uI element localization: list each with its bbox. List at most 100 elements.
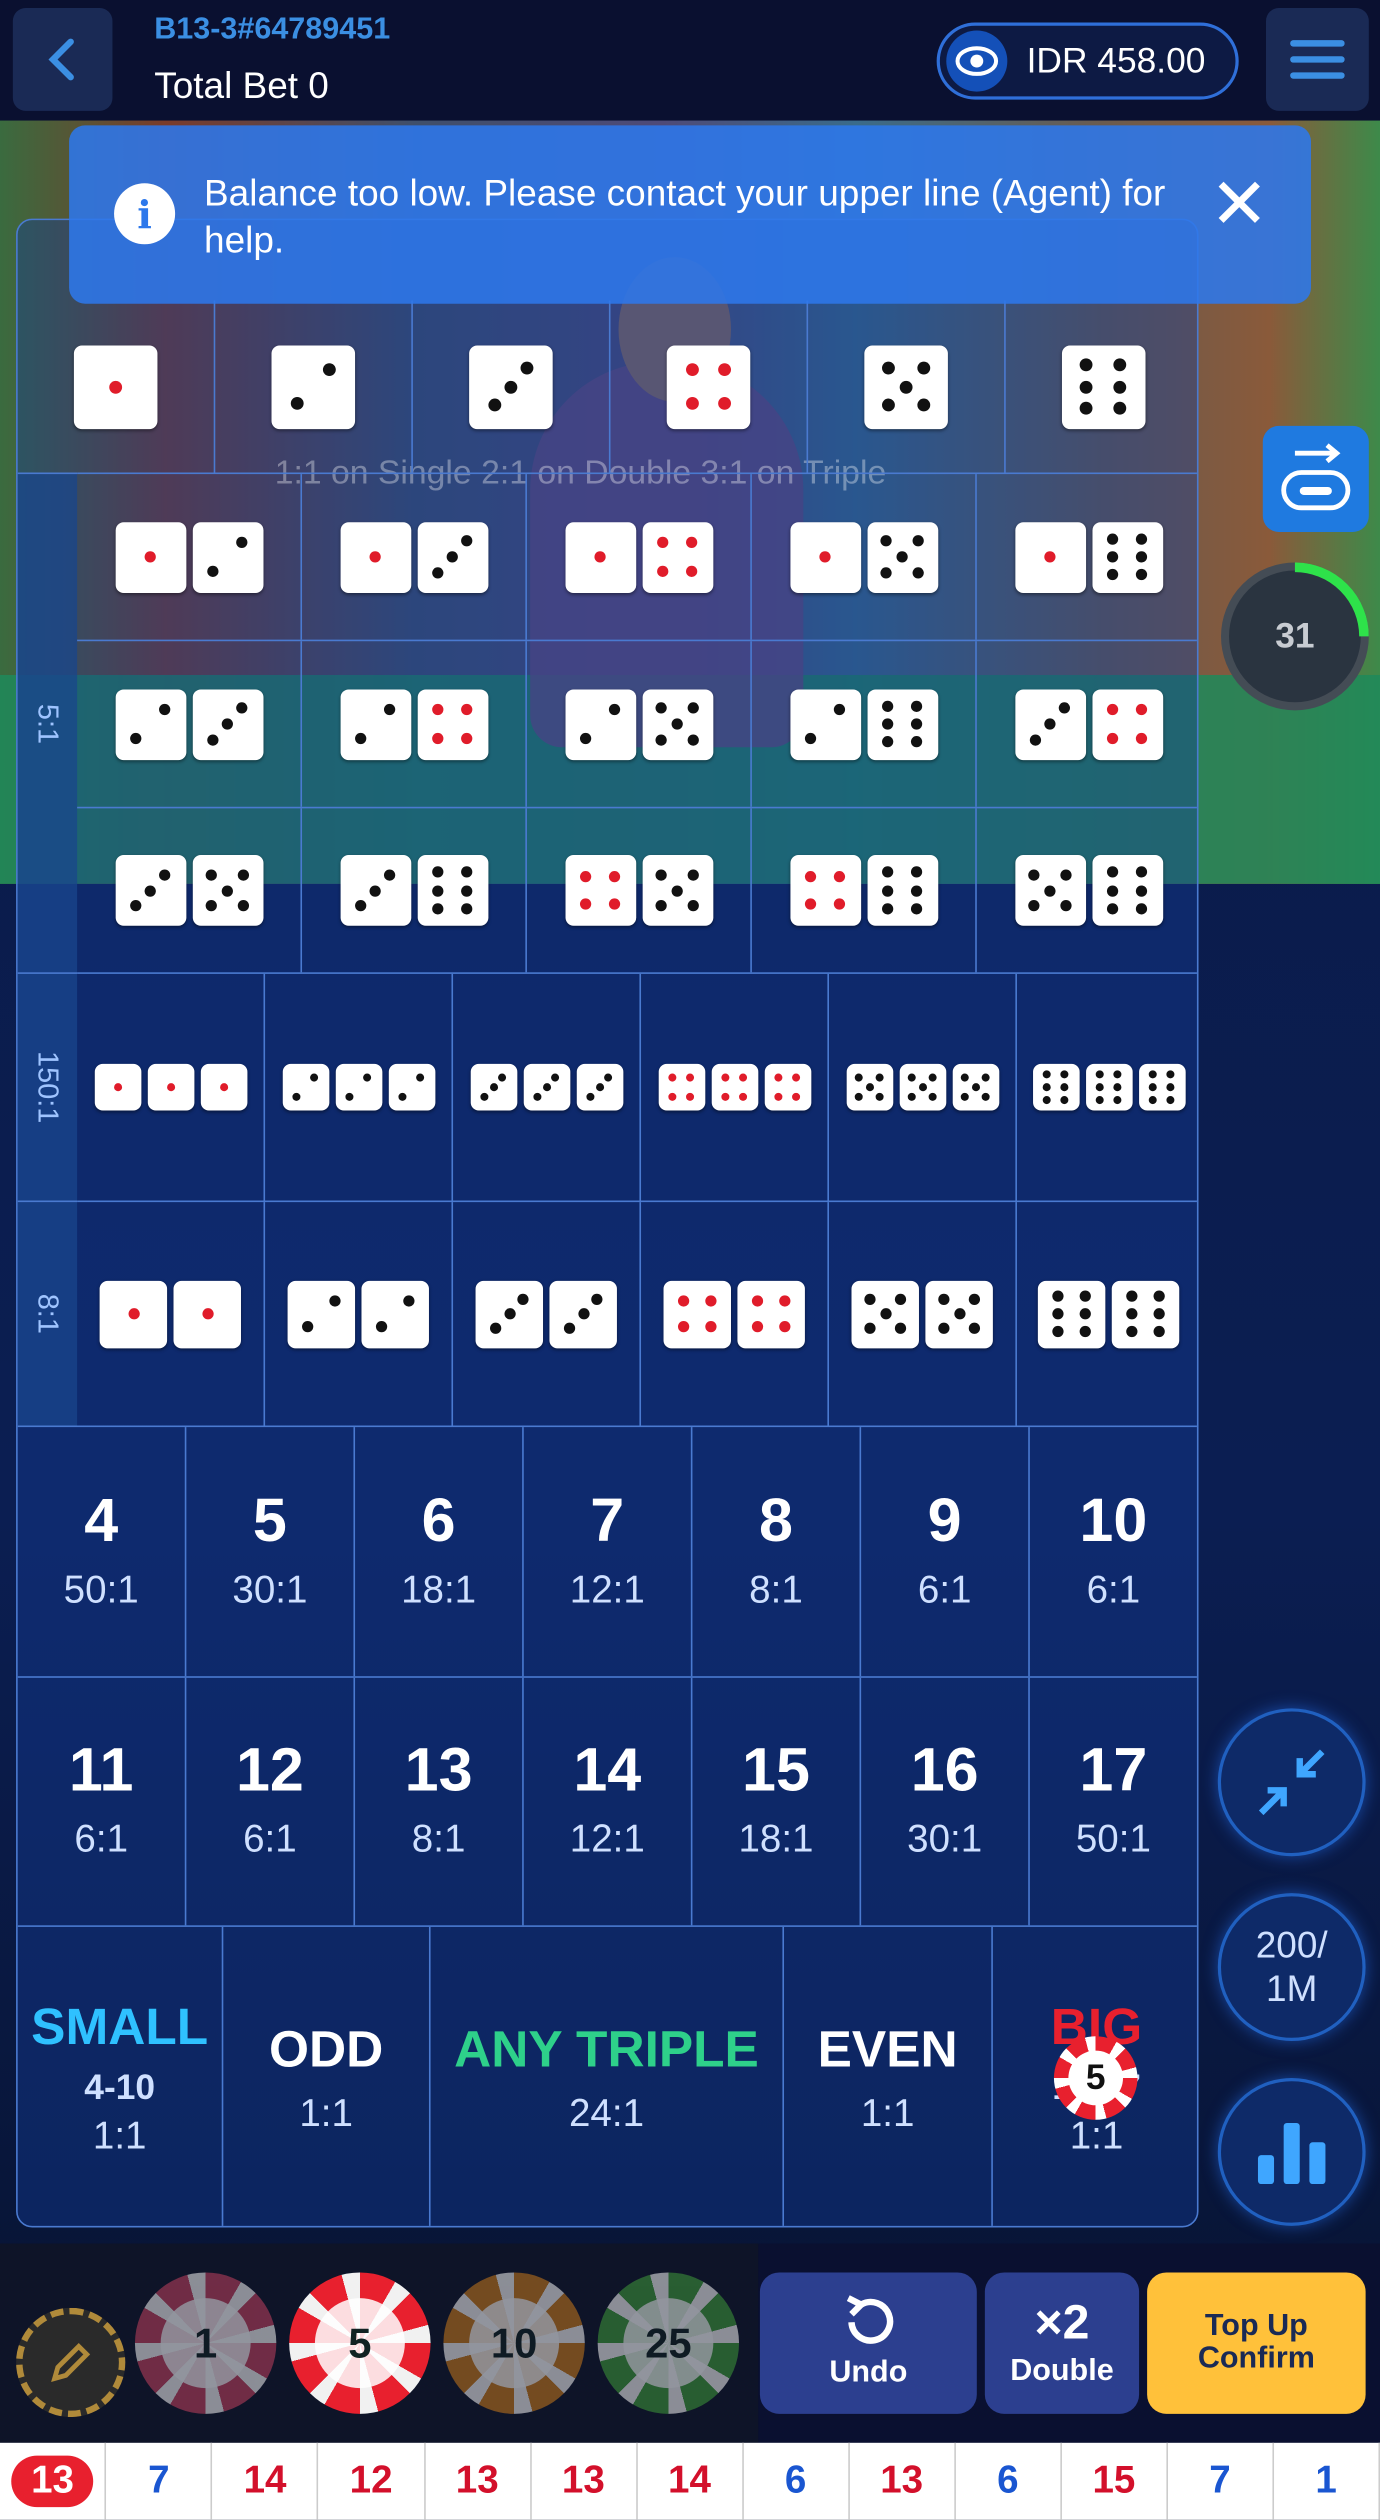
die-face-1 [1014, 521, 1086, 593]
single-bet-4[interactable] [611, 300, 809, 473]
total-bet-10[interactable]: 10 6:1 [1030, 1427, 1197, 1676]
combo-bet-3-6[interactable] [302, 808, 527, 973]
total-bet-13[interactable]: 13 8:1 [355, 1677, 524, 1926]
die-face-1 [173, 1280, 241, 1348]
die-face-2 [287, 1280, 356, 1348]
pencil-icon [51, 2342, 91, 2383]
roadmap-result: 14 [637, 2442, 744, 2520]
odd-bet[interactable]: ODD 1:1 [223, 1926, 431, 2226]
combo-bet-4-6[interactable] [752, 808, 977, 973]
triple-bet-5[interactable] [829, 973, 1017, 1201]
roadmap-result: 6 [743, 2442, 850, 2520]
combo-bet-3-5[interactable] [77, 808, 303, 973]
bar-chart-icon [1257, 2122, 1326, 2185]
switch-table-button[interactable] [1262, 425, 1369, 532]
triple-bet-2[interactable] [265, 973, 454, 1201]
total-bet-17[interactable]: 17 50:1 [1030, 1678, 1197, 1925]
eye-icon [946, 30, 1008, 92]
combo-bet-1-6[interactable] [977, 474, 1197, 640]
any-triple-bet[interactable]: ANY TRIPLE 24:1 [431, 1926, 785, 2226]
single-bet-2[interactable] [215, 300, 413, 473]
pair-bet-5[interactable] [829, 1202, 1017, 1426]
chip-1[interactable]: 1 [134, 2272, 277, 2414]
bet-limit-button[interactable]: 200/1M [1217, 1893, 1366, 2042]
die-face-6 [1091, 521, 1163, 593]
pair-bet-1[interactable] [77, 1202, 266, 1426]
combo-bet-2-6[interactable] [752, 641, 977, 807]
stats-button[interactable] [1217, 2077, 1366, 2226]
single-bet-1[interactable] [18, 300, 216, 473]
die-face-6 [1138, 1063, 1185, 1111]
placed-chip: 5 [1053, 2036, 1138, 2120]
back-button[interactable] [12, 8, 113, 111]
single-bet-5[interactable] [808, 300, 1006, 473]
top-bar: B13-3#64789451 Total Bet 0 IDR 458.00 [0, 0, 1380, 121]
menu-button[interactable] [1266, 8, 1369, 111]
chip-tray: 1 5 10 25 [0, 2243, 759, 2443]
die-face-1 [99, 1280, 168, 1348]
combo-bet-1-2[interactable] [77, 474, 303, 640]
total-bet-16[interactable]: 16 30:1 [861, 1677, 1030, 1926]
double-button[interactable]: ×2 Double [984, 2272, 1140, 2414]
even-bet[interactable]: EVEN 1:1 [784, 1926, 993, 2226]
pair-bet-3[interactable] [453, 1202, 642, 1426]
pair-bet-4[interactable] [641, 1202, 830, 1426]
close-icon[interactable]: ✕ [1210, 170, 1269, 241]
toast-message: Balance too low. Please contact your upp… [204, 171, 1166, 261]
small-bet[interactable]: SMALL 4-10 1:1 [18, 1926, 224, 2226]
info-icon: i [114, 183, 176, 245]
single-bet-3[interactable] [413, 300, 611, 473]
table-id: B13-3#64789451 [154, 12, 391, 47]
chip-5[interactable]: 5 [289, 2272, 431, 2414]
pair-bet-2[interactable] [265, 1202, 454, 1426]
combo-bet-2-5[interactable] [527, 641, 752, 807]
combo-bet-1-3[interactable] [302, 474, 527, 640]
die-face-3 [191, 688, 263, 760]
triple-bet-6[interactable] [1017, 974, 1197, 1201]
combo-bet-3-4[interactable] [977, 641, 1197, 807]
combo-bet-2-3[interactable] [77, 641, 303, 807]
total-bet-12[interactable]: 12 6:1 [186, 1677, 356, 1926]
total-bet-14[interactable]: 14 12:1 [524, 1677, 693, 1926]
combo-bet-1-4[interactable] [527, 474, 752, 640]
die-face-6 [1085, 1063, 1132, 1111]
total-bet-4[interactable]: 4 50:1 [18, 1427, 187, 1677]
roadmap-result: 13 [425, 2442, 532, 2520]
die-face-5 [1014, 854, 1086, 926]
single-bet-6[interactable] [1006, 301, 1197, 473]
chip-25[interactable]: 25 [597, 2272, 740, 2414]
combo-bet-1-5[interactable] [752, 474, 977, 640]
die-face-3 [469, 344, 553, 429]
balance-pill[interactable]: IDR 458.00 [936, 22, 1239, 100]
total-bet-9[interactable]: 9 6:1 [861, 1427, 1030, 1677]
big-bet[interactable]: BIG 11-17 1:1 5 [993, 1927, 1197, 2226]
combo-bet-5-6[interactable] [977, 808, 1197, 972]
die-face-6 [1111, 1280, 1180, 1348]
die-face-3 [114, 854, 186, 926]
die-face-2 [334, 1063, 382, 1111]
combo-bet-2-4[interactable] [302, 641, 527, 807]
roadmap-result: 1 [1274, 2442, 1380, 2520]
chip-10[interactable]: 10 [443, 2272, 585, 2414]
die-face-1 [73, 344, 158, 429]
total-bet-11[interactable]: 11 6:1 [18, 1677, 187, 1926]
triple-bet-3[interactable] [453, 973, 642, 1201]
pair-bet-6[interactable] [1017, 1202, 1197, 1425]
triple-bet-4[interactable] [641, 973, 830, 1201]
die-face-3 [549, 1280, 617, 1348]
topup-confirm-button[interactable]: Top Up Confirm [1147, 2272, 1366, 2414]
total-bet-5[interactable]: 5 30:1 [186, 1427, 356, 1677]
die-face-4 [666, 344, 751, 429]
roadmap-result: 13 [849, 2442, 956, 2520]
total-bet-8[interactable]: 8 8:1 [692, 1427, 862, 1677]
edit-chips-button[interactable] [16, 2307, 126, 2418]
total-bet-15[interactable]: 15 18:1 [692, 1677, 862, 1926]
total-bet-7[interactable]: 7 12:1 [524, 1427, 693, 1677]
undo-button[interactable]: Undo [759, 2272, 977, 2414]
triple-bet-1[interactable] [77, 973, 266, 1201]
combo-bet-4-5[interactable] [527, 808, 752, 973]
total-bet-6[interactable]: 6 18:1 [355, 1427, 524, 1677]
die-face-5 [951, 1063, 999, 1111]
die-face-6 [1032, 1063, 1079, 1111]
collapse-button[interactable] [1217, 1708, 1366, 1857]
